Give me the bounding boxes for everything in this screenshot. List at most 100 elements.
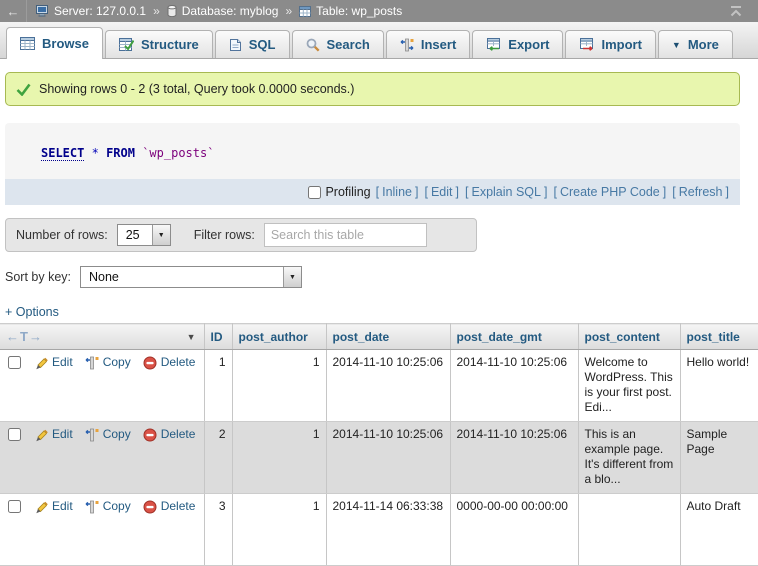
browse-icon [20, 37, 35, 50]
delete-row-link[interactable]: Delete [143, 499, 196, 514]
filter-rows-label: Filter rows: [194, 228, 255, 242]
sort-by-key-value: None [81, 267, 283, 287]
number-of-rows-label: Number of rows: [16, 228, 108, 242]
back-arrow-icon[interactable]: ← [0, 0, 27, 22]
number-of-rows-select[interactable]: 25 ▼ [117, 224, 171, 246]
row-checkbox[interactable] [8, 500, 21, 513]
row-checkbox[interactable] [8, 356, 21, 369]
database-icon [167, 5, 177, 17]
copy-icon [85, 428, 99, 442]
bracket: ] [663, 185, 666, 199]
tab-bar: Browse Structure SQL Search Insert Expor… [0, 22, 758, 59]
copy-row-link[interactable]: Copy [85, 427, 131, 442]
copy-icon [85, 356, 99, 370]
options-toggle-link[interactable]: + Options [5, 305, 59, 319]
cell-post-content: Welcome to WordPress. This is your first… [578, 350, 680, 422]
delete-row-link[interactable]: Delete [143, 427, 196, 442]
edit-row-link[interactable]: Edit [34, 499, 73, 514]
refresh-link[interactable]: Refresh [679, 185, 723, 199]
filter-rows-input[interactable] [264, 223, 427, 247]
delete-label: Delete [161, 355, 196, 370]
breadcrumb-table-link[interactable]: Table: wp_posts [316, 4, 402, 18]
copy-label: Copy [103, 355, 131, 370]
bracket: ] [544, 185, 547, 199]
pencil-icon [34, 500, 48, 514]
delete-icon [143, 428, 157, 442]
edit-label: Edit [52, 355, 73, 370]
cell-id: 3 [204, 494, 232, 566]
sql-keyword-from: FROM [106, 146, 135, 160]
bracket: [ [553, 185, 556, 199]
bracket: ] [415, 185, 418, 199]
create-php-code-link[interactable]: Create PHP Code [560, 185, 660, 199]
tab-import[interactable]: Import [565, 30, 655, 58]
breadcrumb-separator: » [153, 4, 160, 18]
row-checkbox[interactable] [8, 428, 21, 441]
sort-by-key-select[interactable]: None ▼ [80, 266, 302, 288]
sql-table-name: `wp_posts` [142, 146, 214, 160]
column-header-post-date[interactable]: post_date [326, 324, 450, 350]
search-icon [306, 38, 320, 52]
inline-link[interactable]: Inline [382, 185, 412, 199]
edit-row-link[interactable]: Edit [34, 355, 73, 370]
column-header-post-content[interactable]: post_content [578, 324, 680, 350]
column-header-post-date-gmt[interactable]: post_date_gmt [450, 324, 578, 350]
bracket: ] [456, 185, 459, 199]
tab-search[interactable]: Search [292, 30, 384, 58]
cell-post-title: Auto Draft [680, 494, 758, 566]
profiling-checkbox[interactable] [308, 186, 321, 199]
bracket: [ [376, 185, 379, 199]
cell-post-date-gmt: 2014-11-10 10:25:06 [450, 422, 578, 494]
collapse-icon[interactable] [728, 5, 744, 18]
copy-label: Copy [103, 427, 131, 442]
delete-row-link[interactable]: Delete [143, 355, 196, 370]
tab-label: Import [601, 37, 641, 52]
tab-label: SQL [249, 37, 276, 52]
column-header-post-author[interactable]: post_author [232, 324, 326, 350]
insert-icon [400, 38, 414, 52]
copy-row-link[interactable]: Copy [85, 355, 131, 370]
copy-row-link[interactable]: Copy [85, 499, 131, 514]
edit-row-link[interactable]: Edit [34, 427, 73, 442]
sort-dropdown-icon[interactable]: ▼ [187, 332, 196, 342]
copy-label: Copy [103, 499, 131, 514]
cell-id: 1 [204, 350, 232, 422]
cell-post-title: Hello world! [680, 350, 758, 422]
cell-post-author: 1 [232, 422, 326, 494]
column-header-post-title[interactable]: post_title [680, 324, 758, 350]
tab-label: Structure [141, 37, 199, 52]
breadcrumb-server-link[interactable]: Server: 127.0.0.1 [54, 4, 146, 18]
options-row: + Options [5, 305, 758, 319]
edit-query-link[interactable]: Edit [431, 185, 453, 199]
tab-export[interactable]: Export [472, 30, 563, 58]
table-row: Edit Copy Delete 1 1 2014-11-10 10:25:06… [0, 350, 758, 422]
select-arrow-icon: ▼ [283, 267, 301, 287]
table-icon [299, 6, 311, 17]
tab-label: Browse [42, 36, 89, 51]
sql-icon [229, 38, 242, 52]
tab-more[interactable]: ▼ More [658, 30, 733, 58]
tab-insert[interactable]: Insert [386, 30, 470, 58]
breadcrumb-database-link[interactable]: Database: myblog [182, 4, 279, 18]
bracket: ] [726, 185, 729, 199]
column-marker-icon: ←T→ [6, 329, 43, 344]
status-text: Showing rows 0 - 2 (3 total, Query took … [39, 82, 354, 96]
breadcrumb-bar: ← Server: 127.0.0.1 » Database: myblog »… [0, 0, 758, 22]
bracket: [ [424, 185, 427, 199]
tab-sql[interactable]: SQL [215, 30, 290, 58]
tab-browse[interactable]: Browse [6, 27, 103, 59]
sql-keyword-select[interactable]: SELECT [41, 146, 84, 161]
tab-label: More [688, 37, 719, 52]
tab-label: Search [327, 37, 370, 52]
export-icon [486, 38, 501, 51]
column-header-id[interactable]: ID [204, 324, 232, 350]
pencil-icon [34, 428, 48, 442]
cell-post-date-gmt: 0000-00-00 00:00:00 [450, 494, 578, 566]
query-options-bar: Profiling [Inline] [Edit] [Explain SQL] … [5, 179, 740, 205]
results-table: ←T→ ▼ ID post_author post_date post_date… [0, 323, 758, 566]
table-row: Edit Copy Delete 3 1 2014-11-14 06:33:38… [0, 494, 758, 566]
explain-sql-link[interactable]: Explain SQL [471, 185, 540, 199]
tab-structure[interactable]: Structure [105, 30, 213, 58]
chevron-down-icon: ▼ [672, 40, 681, 50]
breadcrumb: Server: 127.0.0.1 » Database: myblog » T… [27, 4, 402, 18]
